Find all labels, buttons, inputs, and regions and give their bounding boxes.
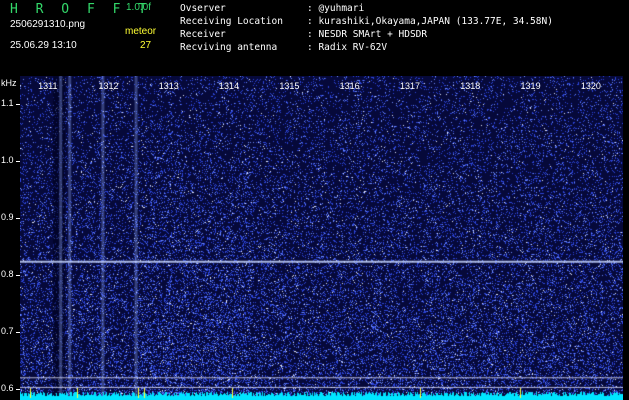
y-tick-mark [16,388,20,390]
x-tick-label: 1314 [219,81,240,91]
y-axis-unit: kHz [1,78,17,88]
x-tick-label: 1311 [38,81,58,91]
y-tick-mark [16,104,20,106]
app-version: 1.0.0f [126,2,152,13]
y-tick-label: 1.1 [1,98,14,109]
observer-value: : @yuhmari [307,3,365,14]
x-tick-label: 1312 [98,81,119,91]
file-name: 2506291310.png [10,19,86,30]
x-tick-label: 1320 [580,81,601,91]
waterfall-canvas [20,76,623,400]
y-tick-label: 0.7 [1,325,14,336]
observer-label: Ovserver [180,3,226,14]
x-tick-label: 1313 [158,81,179,91]
x-tick-label: 1317 [399,81,420,91]
y-tick-label: 0.6 [1,382,14,393]
y-tick-label: 0.9 [1,212,14,223]
header-panel: H R O F F T 1.0.0f 2506291310.png 25.06.… [0,0,629,76]
location-value: : kurashiki,Okayama,JAPAN (133.77E, 34.5… [307,16,553,27]
capture-datetime: 25.06.29 13:10 [10,40,77,51]
location-label: Receiving Location [180,16,283,27]
waterfall-plot [20,76,623,400]
meteor-count: 27 [140,40,152,51]
y-tick-label: 1.0 [1,155,14,166]
y-tick-mark [16,274,20,276]
receiver-label: Receiver [180,29,226,40]
y-tick-mark [16,161,20,163]
receiver-value: : NESDR SMArt + HDSDR [307,29,428,40]
antenna-label: Recviving antenna [180,42,278,53]
y-tick-mark [16,331,20,333]
x-tick-label: 1315 [279,81,300,91]
meteor-label: meteor [125,26,157,37]
x-tick-label: 1316 [339,81,360,91]
x-tick-label: 1318 [460,81,481,91]
y-tick-mark [16,218,20,220]
y-tick-label: 0.8 [1,268,14,279]
antenna-value: : Radix RV-62V [307,42,388,53]
x-tick-label: 1319 [520,81,541,91]
